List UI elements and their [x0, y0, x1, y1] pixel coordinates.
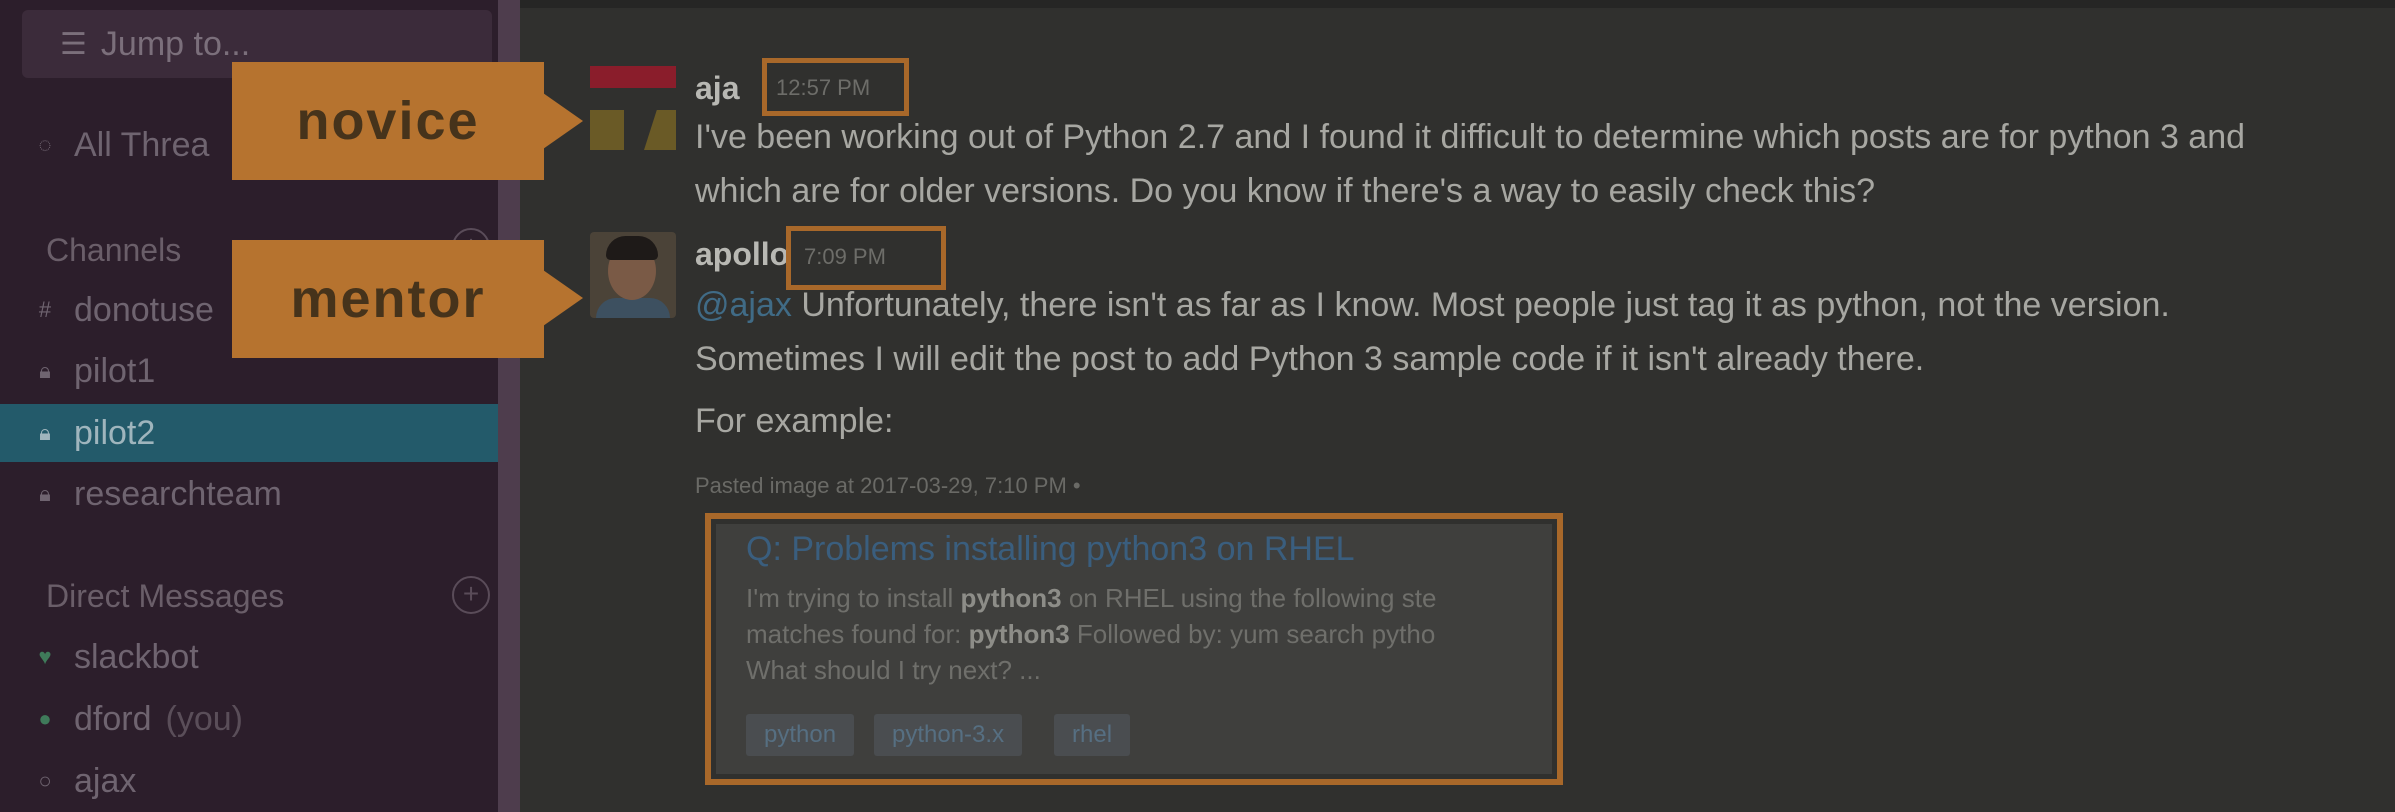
channel-label: donotuse [74, 290, 214, 329]
heart-icon: ♥ [38, 644, 52, 669]
bullet-icon: • [1072, 473, 1081, 498]
message-text: Unfortunately, there isn't as far as I k… [801, 286, 2170, 324]
lock-icon: 🔒︎ [39, 481, 51, 506]
channel-label: pilot2 [74, 413, 156, 452]
message-timestamp[interactable]: 12:57 PM [776, 75, 870, 101]
dm-label: dford [74, 699, 152, 738]
avatar-novice[interactable] [590, 66, 676, 152]
mentor-callout: mentor [232, 240, 544, 358]
user-mention[interactable]: @ajax [695, 286, 792, 324]
pasted-image-text: Pasted image at 2017-03-29, 7:10 PM [695, 473, 1067, 498]
message-author[interactable]: apollo [695, 236, 789, 273]
message-line: Sometimes I will edit the post to add Py… [695, 340, 1925, 378]
channels-header[interactable]: Channels [46, 232, 181, 269]
direct-messages-header[interactable]: Direct Messages [46, 578, 284, 615]
dm-label: ajax [74, 761, 137, 800]
dm-item-ajax[interactable]: ○ ajax [0, 752, 500, 810]
channel-label: researchteam [74, 474, 282, 513]
mentor-callout-arrow [543, 270, 583, 326]
novice-callout: novice [232, 62, 544, 180]
channel-label: pilot1 [74, 351, 156, 390]
all-threads-label: All Threa [74, 125, 210, 164]
message-line: For example: [695, 402, 894, 440]
message-timestamp[interactable]: 7:09 PM [804, 244, 886, 270]
threads-icon: ◌ [38, 132, 52, 157]
hash-icon: # [38, 297, 52, 322]
dm-item-dford[interactable]: ● dford (you) [0, 690, 500, 748]
message-line: which are for older versions. Do you kno… [695, 172, 1876, 210]
lock-icon: 🔒︎ [39, 358, 51, 383]
dm-item-slackbot[interactable]: ♥ slackbot [0, 628, 500, 686]
avatar-mentor[interactable] [590, 232, 676, 318]
dm-label: slackbot [74, 637, 199, 676]
novice-callout-arrow [543, 93, 583, 149]
you-label: (you) [165, 699, 243, 738]
status-icon: ○ [38, 768, 52, 793]
add-dm-icon[interactable]: + [452, 576, 490, 614]
attachment-highlight [705, 513, 1563, 785]
message-line: @ajax Unfortunately, there isn't as far … [695, 278, 2170, 332]
channel-item-researchteam[interactable]: 🔒︎ researchteam [0, 465, 500, 523]
status-icon: ● [38, 706, 52, 731]
message-line: I've been working out of Python 2.7 and … [695, 118, 2246, 156]
jump-to-label: Jump to... [100, 24, 251, 63]
channel-item-pilot2[interactable]: 🔒︎ pilot2 [0, 404, 500, 462]
jump-to-icon: ☰ [60, 27, 87, 61]
message-author[interactable]: aja [695, 70, 739, 107]
top-bar [520, 0, 2395, 8]
lock-icon: 🔒︎ [39, 420, 51, 445]
pasted-image-label[interactable]: Pasted image at 2017-03-29, 7:10 PM • [695, 473, 1081, 499]
